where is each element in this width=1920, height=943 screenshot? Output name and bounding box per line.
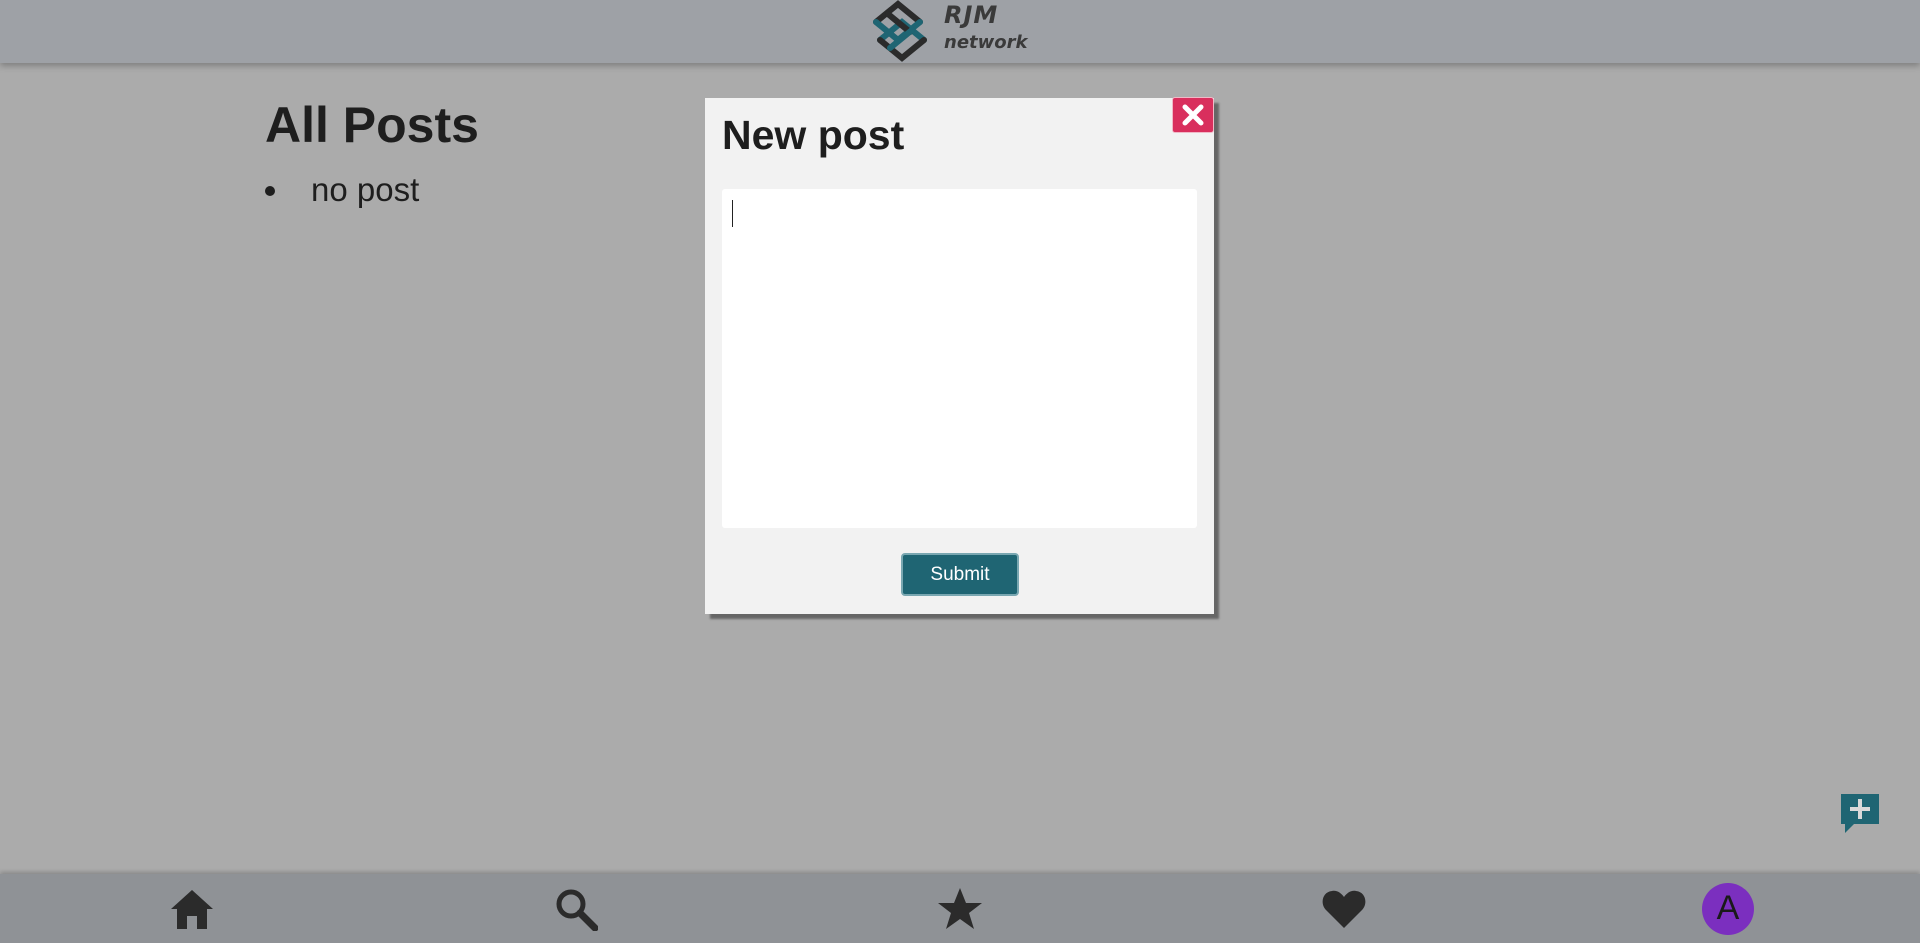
heart-icon [1322,890,1366,928]
submit-button[interactable]: Submit [901,553,1019,596]
nav-home[interactable] [166,874,218,943]
nav-search[interactable] [550,874,602,943]
bottom-nav: A [0,874,1920,943]
post-textarea[interactable] [722,189,1197,528]
avatar: A [1702,882,1754,935]
brand-logo[interactable]: RJM network [868,0,1058,62]
new-post-modal: New post Submit [705,97,1214,614]
logo-text-rjm: RJM [944,1,999,29]
top-header: RJM network [0,0,1920,63]
bullet-icon [265,186,275,196]
star-icon [938,887,982,929]
knot-logo-icon [873,0,927,62]
search-icon [556,889,598,931]
modal-title: New post [722,112,905,158]
post-item-text: no post [311,171,420,208]
logo-text-network: network [944,32,1028,53]
nav-favorites[interactable] [934,874,986,943]
nav-liked[interactable] [1318,874,1370,943]
page-title: All Posts [265,97,479,153]
close-icon [1182,104,1204,126]
list-item: no post [265,170,419,210]
post-list: no post [265,170,419,210]
new-post-fab[interactable] [1838,791,1882,837]
add-comment-icon [1841,794,1879,833]
text-caret [732,200,733,227]
home-icon [171,889,213,929]
close-button[interactable] [1172,97,1214,133]
nav-profile[interactable]: A [1702,874,1754,943]
